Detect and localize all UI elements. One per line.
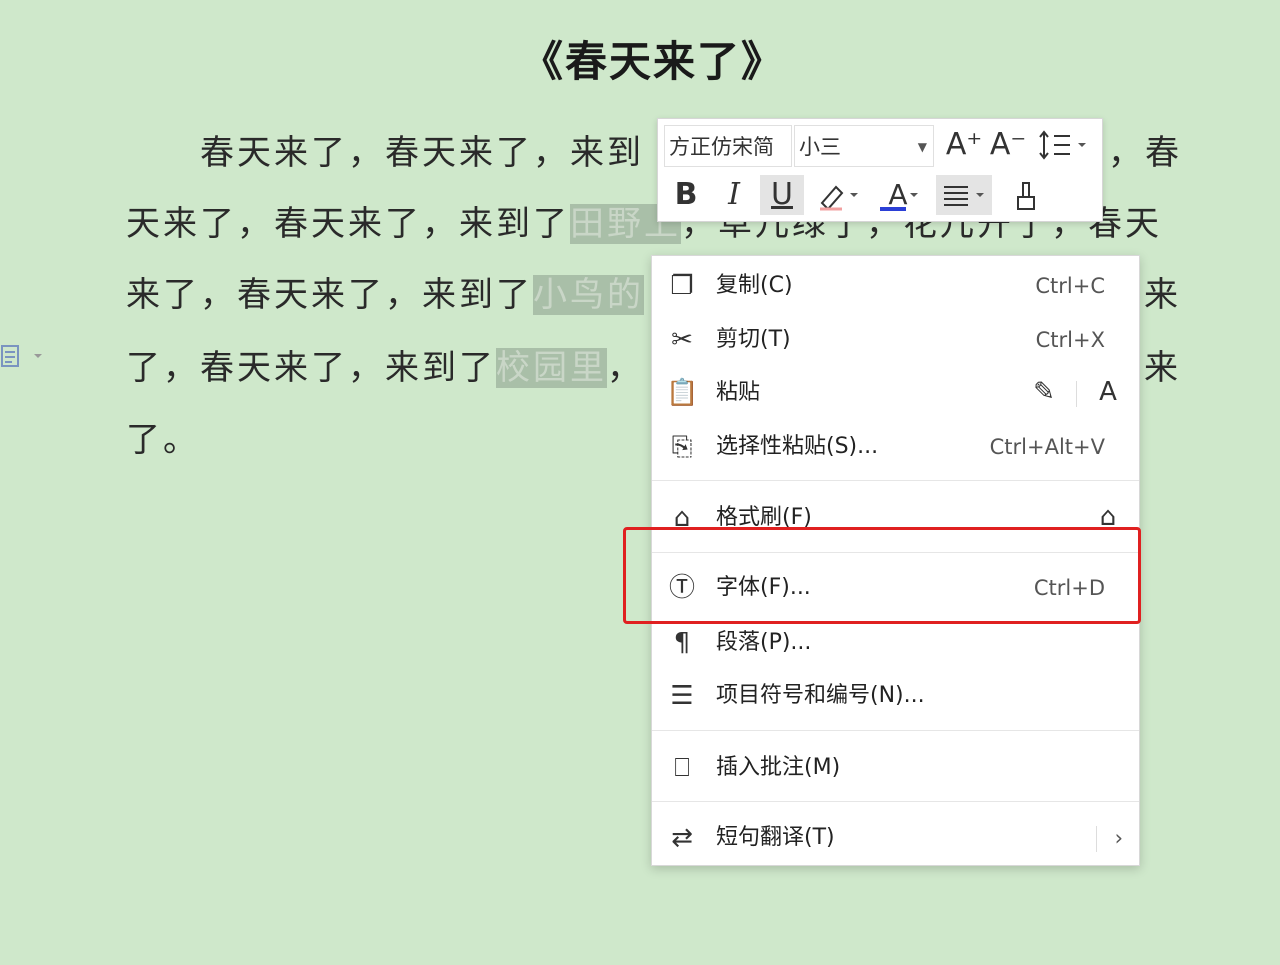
bullets-icon: ☰ [670, 681, 694, 711]
text-line-3[interactable]: 来了，春天来了，来到了小鸟的 [126, 272, 644, 318]
paragraph-layout-icon[interactable] [0, 342, 44, 372]
menu-item-paste[interactable]: 📋 粘贴 ✎ A [652, 367, 1139, 419]
highlight-annotation-box [623, 527, 1141, 624]
comment-icon: ⎕ [674, 753, 690, 783]
text-line-4[interactable]: 了，春天来了，来到了校园里， [126, 345, 644, 391]
copy-icon: ❐ [670, 271, 694, 301]
scissors-icon: ✂ [671, 325, 693, 355]
selected-text[interactable]: 校园里 [496, 348, 607, 388]
bold-button[interactable]: B [664, 175, 708, 215]
menu-item-translate[interactable]: ⇄ 短句翻译(T) › [652, 812, 1139, 864]
align-button[interactable] [936, 175, 992, 215]
underline-button[interactable]: U [760, 175, 804, 215]
paste-keep-format-icon[interactable]: ✎ [1028, 377, 1060, 407]
menu-item-insert-comment[interactable]: ⎕ 插入批注(M) [652, 742, 1139, 794]
menu-item-copy[interactable]: ❐ 复制(C) Ctrl+C [652, 260, 1139, 312]
text-fragment-right-3: 来 [1144, 275, 1181, 315]
line-spacing-button[interactable] [1036, 125, 1096, 165]
text-line-5[interactable]: 了。 [126, 417, 200, 463]
text-fragment-right-1: ，春 [1108, 133, 1182, 173]
text-fragment-right-4: 来 [1144, 348, 1181, 388]
paragraph-icon: ¶ [673, 628, 691, 658]
menu-item-bullets[interactable]: ☰ 项目符号和编号(N)... [652, 670, 1139, 722]
document-title: 《春天来了》 [520, 37, 785, 86]
font-name-select[interactable]: 方正仿宋简 [664, 125, 792, 167]
grow-font-button[interactable]: A⁺ [944, 125, 984, 165]
font-size-select[interactable]: 小三 ▼ [794, 125, 934, 167]
chevron-down-icon: ▼ [917, 140, 927, 154]
shrink-font-button[interactable]: A⁻ [988, 125, 1028, 165]
paste-icon: 📋 [666, 378, 699, 408]
highlight-button[interactable] [812, 175, 864, 215]
format-painter-icon[interactable] [1004, 175, 1048, 215]
paste-special-icon: ⎘ [671, 432, 693, 462]
menu-item-paragraph[interactable]: ¶ 段落(P)... [652, 617, 1139, 669]
menu-item-paste-special[interactable]: ⎘ 选择性粘贴(S)... Ctrl+Alt+V [652, 421, 1139, 473]
paste-text-only-icon[interactable]: A [1092, 377, 1124, 407]
translate-icon: ⇄ [671, 823, 693, 853]
mini-toolbar: 方正仿宋简 小三 ▼ A⁺ A⁻ B I U A [657, 118, 1103, 222]
submenu-arrow-icon: › [1114, 826, 1123, 850]
font-color-button[interactable]: A [872, 175, 924, 215]
text-line-1[interactable]: 春天来了，春天来了，来到 [200, 130, 644, 176]
menu-item-cut[interactable]: ✂ 剪切(T) Ctrl+X [652, 314, 1139, 366]
italic-button[interactable]: I [712, 175, 756, 215]
selected-text[interactable]: 小鸟的 [533, 275, 644, 315]
